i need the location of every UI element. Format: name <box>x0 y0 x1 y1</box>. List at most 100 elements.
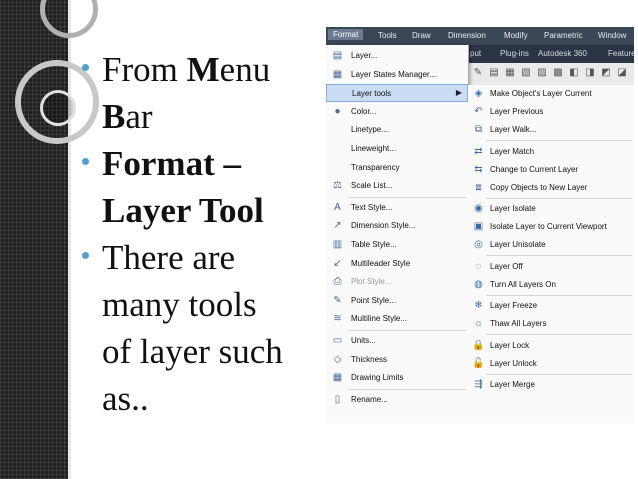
format-menu-item[interactable]: Transparency <box>326 159 468 177</box>
format-menu-item[interactable]: A Text Style... <box>326 199 468 217</box>
format-menu-label: Units... <box>351 336 376 345</box>
bullet-text-run: Format – <box>102 144 241 183</box>
format-menu-item[interactable]: ▤ Layer... <box>326 47 468 65</box>
layer-tools-label: Layer Isolate <box>490 204 536 213</box>
menu-separator <box>486 255 632 256</box>
menu-separator <box>348 330 466 331</box>
layer-tools-item[interactable]: ☼ Thaw All Layers <box>468 315 634 333</box>
layer-toolbar-icon[interactable]: ◪ <box>616 67 628 79</box>
bullet-item: There are many tools of layer such as.. <box>78 234 318 422</box>
format-menu-item[interactable]: ↗ Dimension Style... <box>326 217 468 235</box>
format-menu-item[interactable]: ✎ Point Style... <box>326 292 468 310</box>
bullet-text-run: enu <box>219 50 271 89</box>
ribbon-tab[interactable]: Featured <box>608 49 634 58</box>
layer-off-icon: ◌ <box>475 260 482 272</box>
format-menu-label: Scale List... <box>351 181 393 191</box>
format-menu-label: Linetype... <box>351 125 388 135</box>
layer-tools-label: Isolate Layer to Current Viewport <box>490 222 607 231</box>
format-menu-item[interactable]: ● Color... <box>326 103 468 121</box>
format-menu-item[interactable]: ↙ Multileader Style <box>326 255 468 273</box>
menubar-item-parametric[interactable]: Parametric <box>544 31 583 40</box>
layer-tools-item[interactable]: ⇆ Change to Current Layer <box>468 161 634 179</box>
ribbon-toolstrip: ✎ ▤ ▦ ▧ ▨ ▩ ◧ ◨ ◩ ◪ <box>468 63 634 86</box>
layer-tools-item[interactable]: ⧉ Layer Walk... <box>468 121 634 139</box>
layer-tools-item[interactable]: ↶ Layer Previous <box>468 103 634 121</box>
format-menu-item[interactable]: ▦ Layer States Manager... <box>326 66 468 84</box>
bullet-line: Format – <box>102 140 318 187</box>
menu-separator <box>348 388 466 390</box>
format-menu-label: Color... <box>351 106 377 116</box>
format-menu-label: Layer... <box>351 51 378 60</box>
layer-tools-item[interactable]: ◉ Layer Isolate <box>468 200 634 218</box>
layer-tools-label: Make Object's Layer Current <box>490 89 592 98</box>
layer-tools-item[interactable]: ◍ Turn All Layers On <box>468 276 634 294</box>
bullet-line: Bar <box>102 93 318 140</box>
layer-toolbar-icon[interactable]: ▧ <box>520 67 532 79</box>
format-menu-item[interactable]: ⎙ Plot Style... <box>326 273 468 291</box>
menubar-item-draw[interactable]: Draw <box>412 31 431 40</box>
menubar-item-tools[interactable]: Tools <box>378 31 397 40</box>
thaw-layers-icon: ☼ <box>473 318 484 329</box>
ribbon-tab[interactable]: Plug-ins <box>500 49 529 58</box>
layer-tools-label: Copy Objects to New Layer <box>490 182 588 192</box>
layer-tools-label: Layer Previous <box>490 107 544 116</box>
layer-toolbar-icon[interactable]: ▨ <box>536 67 548 79</box>
layer-tools-item[interactable]: ⇶ Layer Merge <box>468 376 634 394</box>
layer-tools-label: Layer Unisolate <box>490 240 546 249</box>
layer-tools-label: Layer Lock <box>490 340 530 350</box>
bullet-line: as.. <box>102 375 318 422</box>
menubar-item-dimension[interactable]: Dimension <box>448 31 486 40</box>
bullet-line: Layer Tool <box>102 187 318 234</box>
format-menu-label: Plot Style... <box>351 277 392 287</box>
layer-tools-item[interactable]: ◎ Layer Unisolate <box>468 236 634 254</box>
format-menu-item[interactable]: ▯ Rename... <box>326 391 468 409</box>
menubar-item-modify[interactable]: Modify <box>504 31 528 40</box>
format-menu-item[interactable]: Layer tools ▶ <box>326 84 468 103</box>
layer-tools-item[interactable]: ◈ Make Object's Layer Current <box>468 85 634 103</box>
ribbon-tab[interactable]: put <box>470 49 481 58</box>
multiline-style-icon: ≋ <box>333 313 342 325</box>
layer-tools-item[interactable]: 🔒 Layer Lock <box>468 337 634 355</box>
layer-toolbar-icon[interactable]: ▩ <box>552 67 564 79</box>
bullet-dot-icon <box>82 252 89 259</box>
format-menu-item[interactable]: ◇ Thickness <box>326 351 468 369</box>
menu-bar: Format Tools Draw Dimension Modify Parametric… <box>326 27 634 45</box>
layer-tools-item[interactable]: ⇄ Layer Match <box>468 143 634 161</box>
layer-tools-item[interactable]: ⧈ Copy Objects to New Layer <box>468 179 634 197</box>
format-menu-label: Multiline Style... <box>351 314 408 324</box>
ribbon-tab[interactable]: Autodesk 360 <box>538 49 587 58</box>
layer-merge-icon: ⇶ <box>474 379 483 390</box>
layer-tools-item[interactable]: ❄ Layer Freeze <box>468 297 634 315</box>
layer-toolbar-icon[interactable]: ◩ <box>600 67 612 79</box>
layer-tools-item[interactable]: ▣ Isolate Layer to Current Viewport <box>468 218 634 236</box>
layer-toolbar-icon[interactable]: ✎ <box>472 67 484 79</box>
color-wheel-icon: ● <box>334 105 341 117</box>
layer-tools-item[interactable]: 🔓 Layer Unlock <box>468 355 634 373</box>
layer-states-icon: ▦ <box>332 68 343 80</box>
format-menu-item[interactable]: ▭ Units... <box>326 332 468 350</box>
format-menu-item[interactable]: ▦ Drawing Limits <box>326 369 468 387</box>
menu-separator <box>348 196 466 198</box>
layer-toolbar-icon[interactable]: ◧ <box>568 67 580 79</box>
layer-tools-item[interactable]: ◌ Layer Off <box>468 258 634 276</box>
layer-walk-icon: ⧉ <box>474 124 483 135</box>
menu-separator <box>486 294 632 296</box>
decorative-ring-inner <box>40 90 76 126</box>
bullet-text-run: Layer Tool <box>102 191 264 230</box>
layer-toolbar-icon[interactable]: ▤ <box>488 67 500 79</box>
layer-tools-label: Thaw All Layers <box>490 319 547 328</box>
format-menu-label: Multileader Style <box>351 258 411 268</box>
format-menu-item[interactable]: Lineweight... <box>326 140 468 158</box>
format-menu-item[interactable]: ⚖ Scale List... <box>326 177 468 195</box>
menubar-item-window[interactable]: Window <box>598 31 626 40</box>
layer-toolbar-icon[interactable]: ◨ <box>584 67 596 79</box>
layer-toolbar-icon[interactable]: ▦ <box>504 67 516 79</box>
format-menu-item[interactable]: Linetype... <box>326 121 468 139</box>
layer-unlock-icon: 🔓 <box>472 357 485 369</box>
table-style-icon: ▥ <box>332 239 343 250</box>
format-menu-item[interactable]: ▥ Table Style... <box>326 236 468 254</box>
menubar-item-format[interactable]: Format <box>328 29 364 40</box>
layer-icon: ▤ <box>332 50 343 61</box>
format-menu-item[interactable]: ≋ Multiline Style... <box>326 310 468 328</box>
scale-list-icon: ⚖ <box>333 180 342 192</box>
